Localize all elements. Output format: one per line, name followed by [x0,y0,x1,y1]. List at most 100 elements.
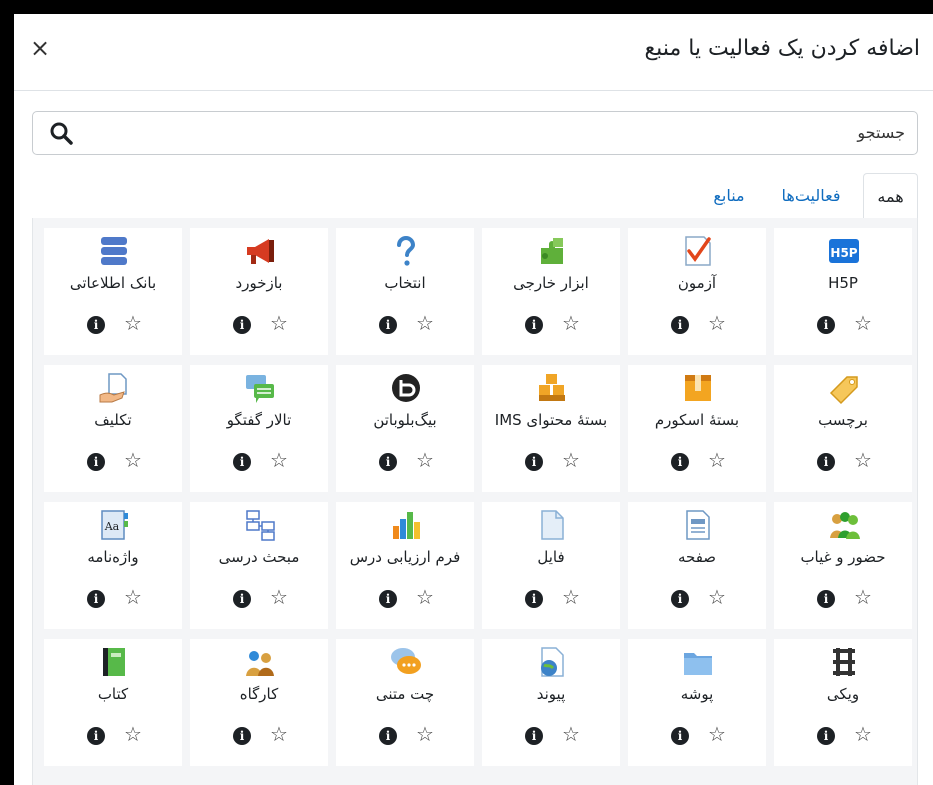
star-icon[interactable]: ☆ [416,449,434,471]
activity-label: بانک اطلاعاتی [69,274,157,292]
activity-label: فرم ارزیابی درس [349,548,461,566]
info-icon[interactable]: i [525,590,543,608]
activity-label: حضور و غیاب [800,548,886,566]
star-icon[interactable]: ☆ [854,312,872,334]
tab-resources[interactable]: منابع [692,173,766,218]
info-icon[interactable]: i [379,316,397,334]
star-icon[interactable]: ☆ [416,312,434,334]
info-icon[interactable]: i [671,590,689,608]
star-icon[interactable]: ☆ [124,312,142,334]
star-icon[interactable]: ☆ [124,586,142,608]
activity-card[interactable]: پوشه i ☆ [628,639,766,766]
svg-text:H5P: H5P [830,246,857,260]
search-input[interactable]: جستجو [32,111,918,155]
star-icon[interactable]: ☆ [270,449,288,471]
star-icon[interactable]: ☆ [124,449,142,471]
activity-label: تالار گفتگو [226,411,292,429]
activity-card[interactable]: ویکی i ☆ [774,639,912,766]
star-icon[interactable]: ☆ [708,312,726,334]
info-icon[interactable]: i [87,316,105,334]
file-icon [541,510,564,540]
info-icon[interactable]: i [233,590,251,608]
star-icon[interactable]: ☆ [854,723,872,745]
activity-card[interactable]: بستهٔ اسکورم i ☆ [628,365,766,492]
star-icon[interactable]: ☆ [562,586,580,608]
activity-card[interactable]: تکلیف i ☆ [44,365,182,492]
glossary-icon: Aa [101,510,128,540]
activity-card[interactable]: تالار گفتگو i ☆ [190,365,328,492]
info-icon[interactable]: i [233,727,251,745]
info-icon[interactable]: i [525,727,543,745]
star-icon[interactable]: ☆ [854,586,872,608]
quiz-icon [685,236,711,266]
activity-card[interactable]: انتخاب i ☆ [336,228,474,355]
info-icon[interactable]: i [671,453,689,471]
activity-card[interactable]: آزمون i ☆ [628,228,766,355]
star-icon[interactable]: ☆ [708,586,726,608]
activity-card[interactable]: بستهٔ محتوای IMS i ☆ [482,365,620,492]
info-icon[interactable]: i [817,590,835,608]
tab-all[interactable]: همه [863,173,918,219]
activity-card[interactable]: فرم ارزیابی درس i ☆ [336,502,474,629]
info-icon[interactable]: i [233,316,251,334]
activity-label: پیوند [536,685,566,703]
info-icon[interactable]: i [817,316,835,334]
star-icon[interactable]: ☆ [708,449,726,471]
info-icon[interactable]: i [817,727,835,745]
url-icon [541,647,564,677]
activity-card[interactable]: پیوند i ☆ [482,639,620,766]
activity-card[interactable]: Aa واژه‌نامه i ☆ [44,502,182,629]
info-icon[interactable]: i [671,316,689,334]
info-icon[interactable]: i [379,590,397,608]
star-icon[interactable]: ☆ [416,586,434,608]
search-placeholder: جستجو [857,123,905,142]
activity-card[interactable]: کارگاه i ☆ [190,639,328,766]
star-icon[interactable]: ☆ [562,312,580,334]
activity-card[interactable]: H5P H5P i ☆ [774,228,912,355]
book-icon [103,648,125,676]
activity-label: انتخاب [384,274,426,292]
activity-card[interactable]: کتاب i ☆ [44,639,182,766]
activity-card[interactable]: چت متنی i ☆ [336,639,474,766]
info-icon[interactable]: i [817,453,835,471]
star-icon[interactable]: ☆ [270,586,288,608]
boxes-icon [539,374,565,401]
info-icon[interactable]: i [233,453,251,471]
tab-activities[interactable]: فعالیت‌ها [768,173,854,218]
star-icon[interactable]: ☆ [854,449,872,471]
info-icon[interactable]: i [525,316,543,334]
star-icon[interactable]: ☆ [124,723,142,745]
info-icon[interactable]: i [379,453,397,471]
activity-card[interactable]: بیگ‌بلوباتن i ☆ [336,365,474,492]
activity-card[interactable]: برچسب i ☆ [774,365,912,492]
star-icon[interactable]: ☆ [270,312,288,334]
info-icon[interactable]: i [87,453,105,471]
activity-card[interactable]: بانک اطلاعاتی i ☆ [44,228,182,355]
star-icon[interactable]: ☆ [562,449,580,471]
info-icon[interactable]: i [671,727,689,745]
star-icon[interactable]: ☆ [562,723,580,745]
close-icon[interactable]: × [30,36,50,60]
activity-card[interactable]: صفحه i ☆ [628,502,766,629]
activity-label: مبحث درسی [218,548,300,566]
info-icon[interactable]: i [87,590,105,608]
star-icon[interactable]: ☆ [708,723,726,745]
info-icon[interactable]: i [87,727,105,745]
activity-card[interactable]: حضور و غیاب i ☆ [774,502,912,629]
star-icon[interactable]: ☆ [270,723,288,745]
star-icon[interactable]: ☆ [416,723,434,745]
bar-chart-icon [393,512,420,539]
activity-card[interactable]: مبحث درسی i ☆ [190,502,328,629]
activity-card[interactable]: بازخورد i ☆ [190,228,328,355]
info-icon[interactable]: i [379,727,397,745]
activity-card[interactable]: فایل i ☆ [482,502,620,629]
search-icon[interactable] [49,121,75,147]
activity-label: چت متنی [375,685,435,703]
activity-label: بستهٔ اسکورم [654,411,740,429]
activity-card[interactable]: ابزار خارجی i ☆ [482,228,620,355]
activity-label: بازخورد [235,274,283,292]
info-icon[interactable]: i [525,453,543,471]
activity-label: بیگ‌بلوباتن [373,411,437,429]
h5p-icon: H5P [829,239,859,263]
activity-label: برچسب [818,411,868,429]
